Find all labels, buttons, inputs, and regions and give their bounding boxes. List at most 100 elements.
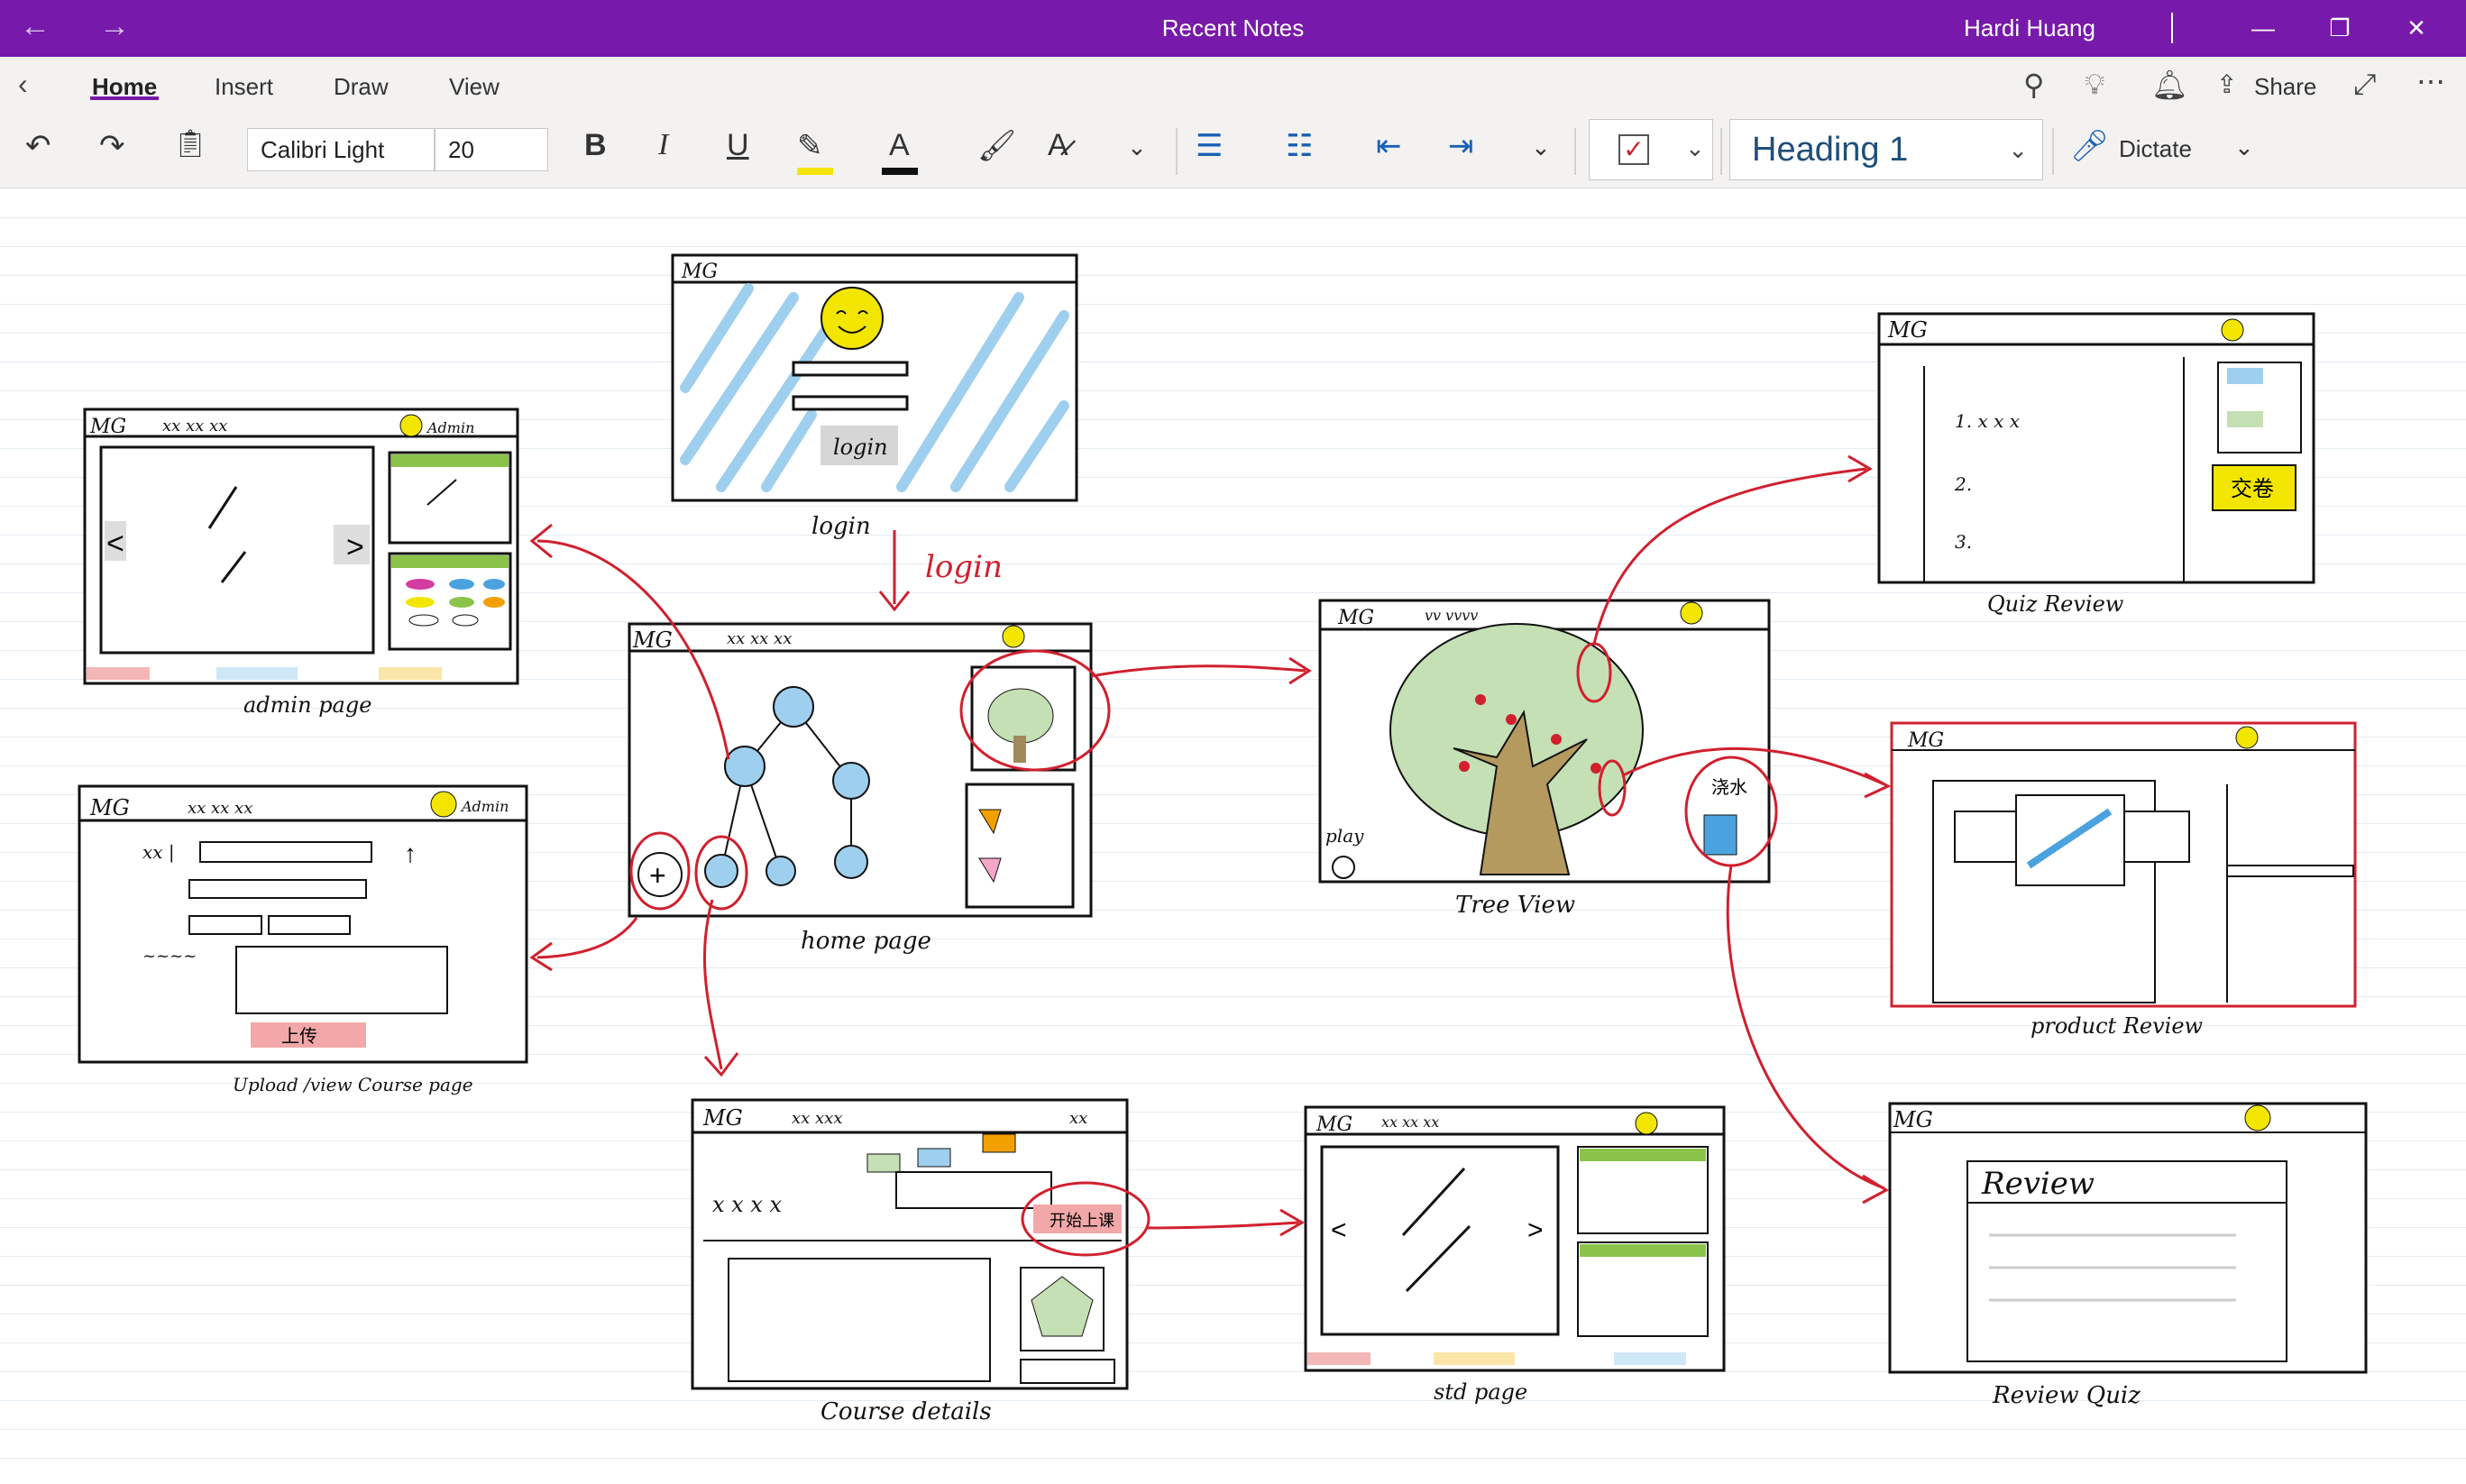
title-divider (2171, 13, 2173, 43)
redo-icon[interactable]: ↷ (99, 128, 125, 164)
tab-draw[interactable]: Draw (334, 73, 389, 101)
svg-text:>: > (346, 530, 364, 564)
home-caption: home page (801, 928, 931, 955)
font-color-glyph: A (889, 128, 910, 162)
todo-checkbox-icon: ✓ (1618, 134, 1649, 165)
italic-button[interactable]: I (658, 128, 668, 162)
restore-icon[interactable]: ❐ (2304, 0, 2376, 57)
course-details-sketch: MG xx xxx xx x x x x 开始上课 Course details (691, 1098, 1129, 1425)
upload-badge: Admin (460, 798, 509, 815)
upload-caption: Upload /view Course page (233, 1074, 473, 1095)
svg-text:MG: MG (89, 795, 130, 820)
clear-formatting-icon[interactable]: A̷ (1048, 128, 1068, 163)
review-quiz-caption: Review Quiz (1992, 1382, 2141, 1409)
svg-text:MG: MG (632, 627, 673, 653)
svg-text:vv vvvv: vv vvvv (1425, 607, 1478, 624)
login-flow-label: login (925, 549, 1003, 585)
svg-text:xx xx xx: xx xx xx (727, 629, 792, 648)
std-caption: std page (1434, 1379, 1527, 1405)
svg-text:~~~~: ~~~~ (142, 947, 197, 966)
font-color-button[interactable]: A (882, 128, 918, 175)
svg-text:+: + (649, 859, 666, 892)
svg-text:MG: MG (89, 416, 126, 438)
font-family-box[interactable]: Calibri Light (247, 128, 435, 171)
font-size-box[interactable]: 20 (435, 128, 548, 171)
user-name[interactable]: Hardi Huang (1964, 14, 2095, 42)
share-button[interactable]: Share (2254, 73, 2316, 101)
svg-text:MG: MG (1887, 317, 1928, 343)
outdent-icon[interactable]: ⇤ (1376, 128, 1402, 164)
chevron-down-icon: ⌄ (1685, 134, 1705, 161)
chevron-left-icon[interactable]: ‹ (18, 68, 28, 101)
review-quiz-sketch: MG Review Review Quiz (1888, 1102, 2368, 1409)
style-dropdown[interactable]: Heading 1 ⌄ (1729, 119, 2043, 180)
upload-sketch: MG xx xx xx Admin xx | ↑ ~~~~ 上传 Upload … (78, 784, 528, 1095)
svg-text:xx |: xx | (142, 841, 175, 864)
ink-sketch-layer: MG login login MG xx xx xx Admin < > adm… (78, 253, 2368, 1425)
login-button-label: login (833, 435, 888, 460)
svg-text:MG: MG (1907, 729, 1944, 752)
course-enroll-label: 开始上课 (1050, 1212, 1114, 1230)
dictate-button[interactable]: Dictate (2119, 135, 2192, 163)
indent-icon[interactable]: ⇥ (1448, 128, 1474, 164)
svg-text:x x x x: x x x x (712, 1192, 782, 1217)
upload-button-label: 上传 (281, 1026, 317, 1047)
window-title: Recent Notes (1161, 14, 1305, 41)
svg-text:MG: MG (1337, 607, 1374, 629)
title-bar: ← → Recent Notes Hardi Huang — ❐ ✕ (0, 0, 2466, 57)
svg-text:xx xxx: xx xxx (792, 1109, 842, 1128)
underline-button[interactable]: U (727, 128, 749, 163)
tree-caption: Tree View (1455, 892, 1575, 919)
svg-text:>: > (1527, 1215, 1544, 1245)
highlighter-icon[interactable]: ✎ (797, 128, 833, 175)
login-caption: login (811, 513, 871, 540)
more-options-icon[interactable]: ⋯ (2416, 64, 2445, 98)
lightbulb-icon[interactable]: 💡︎ (2085, 68, 2104, 102)
bullet-list-icon[interactable]: ☰ (1196, 128, 1223, 164)
tree-sketch: MG vv vvvv play 浇水 Tree View (1318, 599, 1771, 919)
svg-text:MG: MG (1893, 1107, 1933, 1132)
quiz-review-sketch: MG 1. x x x 2. 3. 交卷 Quiz Review (1877, 312, 2315, 617)
ribbon-divider (1720, 128, 1722, 175)
chevron-down-icon[interactable]: ⌄ (1127, 133, 1147, 161)
svg-text:<: < (1331, 1215, 1347, 1245)
ribbon-divider (1574, 128, 1576, 175)
chevron-down-icon[interactable]: ⌄ (1531, 133, 1551, 161)
bell-icon[interactable]: 🔔︎ (2151, 68, 2188, 102)
minimize-icon[interactable]: — (2227, 0, 2299, 57)
share-icon[interactable]: ⇪ (2216, 69, 2237, 99)
clipboard-icon[interactable]: 📋︎ (173, 128, 207, 160)
undo-icon[interactable]: ↶ (25, 128, 51, 164)
svg-text:xx xx xx: xx xx xx (1381, 1113, 1439, 1131)
chevron-down-icon[interactable]: ⌄ (2234, 133, 2254, 161)
std-page-sketch: MG xx xx xx < > std page (1304, 1105, 1726, 1405)
svg-text:MG: MG (702, 1105, 743, 1131)
active-tab-indicator (90, 96, 159, 100)
svg-text:3.: 3. (1955, 531, 1972, 553)
admin-caption: admin page (243, 692, 371, 718)
svg-text:xx xx xx: xx xx xx (188, 799, 252, 818)
microphone-icon[interactable]: 🎤︎ (2070, 128, 2109, 164)
format-painter-icon[interactable]: 🖌︎ (977, 128, 1016, 164)
svg-text:MG: MG (1316, 1113, 1352, 1136)
svg-text:<: < (106, 527, 124, 561)
quiz-caption: Quiz Review (1987, 591, 2124, 617)
ribbon-divider (1176, 128, 1178, 175)
product-caption: product Review (2031, 1013, 2204, 1039)
login-logo: MG (681, 261, 718, 283)
tab-view[interactable]: View (449, 73, 500, 101)
numbered-list-icon[interactable]: ☷ (1286, 128, 1313, 164)
review-heading: Review (1981, 1166, 2095, 1202)
quiz-submit-label: 交卷 (2231, 477, 2274, 501)
tab-insert[interactable]: Insert (215, 73, 273, 101)
search-icon[interactable]: ⚲ (2023, 68, 2044, 102)
bold-button[interactable]: B (584, 128, 607, 163)
tree-play-label: play (1325, 825, 1364, 847)
login-sketch: MG login login (671, 253, 1078, 540)
tag-dropdown[interactable]: ✓ ⌄ (1589, 119, 1713, 180)
style-value: Heading 1 (1752, 131, 1909, 169)
close-icon[interactable]: ✕ (2380, 0, 2452, 57)
expand-icon[interactable]: ⤢ (2353, 68, 2377, 102)
home-sketch: MG xx xx xx + home page (628, 622, 1093, 955)
admin-sketch: MG xx xx xx Admin < > admin page (83, 408, 519, 718)
